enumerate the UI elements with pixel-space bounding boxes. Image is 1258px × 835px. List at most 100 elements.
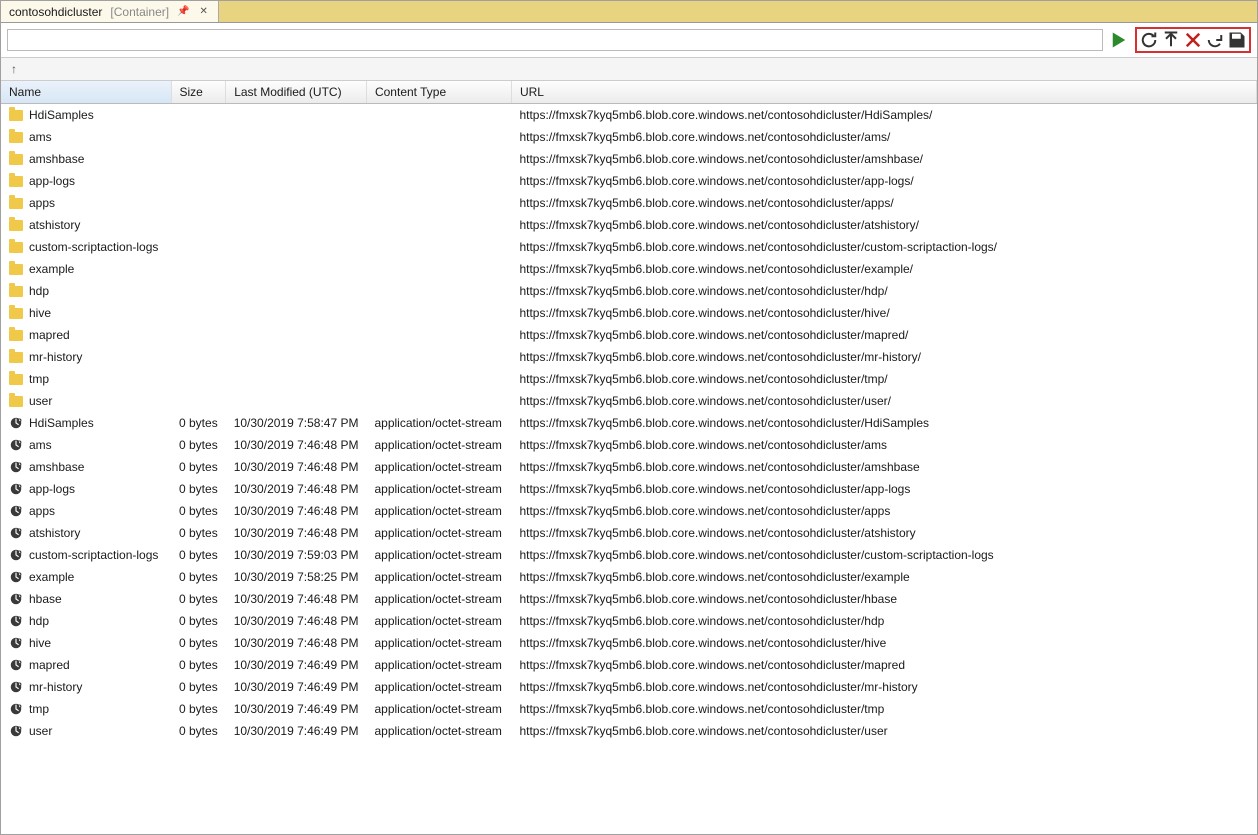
- row-type: application/octet-stream: [366, 654, 511, 676]
- table-row[interactable]: example0 bytes10/30/2019 7:58:25 PMappli…: [1, 566, 1257, 588]
- row-url: https://fmxsk7kyq5mb6.blob.core.windows.…: [511, 126, 1256, 148]
- row-modified: [226, 324, 367, 346]
- row-type: [366, 192, 511, 214]
- row-url: https://fmxsk7kyq5mb6.blob.core.windows.…: [511, 456, 1256, 478]
- table-row[interactable]: apps0 bytes10/30/2019 7:46:48 PMapplicat…: [1, 500, 1257, 522]
- row-url: https://fmxsk7kyq5mb6.blob.core.windows.…: [511, 148, 1256, 170]
- table-row[interactable]: appshttps://fmxsk7kyq5mb6.blob.core.wind…: [1, 192, 1257, 214]
- row-type: [366, 390, 511, 412]
- row-name: hbase: [29, 592, 62, 606]
- row-name: example: [29, 262, 74, 276]
- table-row[interactable]: atshistoryhttps://fmxsk7kyq5mb6.blob.cor…: [1, 214, 1257, 236]
- upload-icon[interactable]: [1161, 30, 1181, 50]
- row-size: [171, 104, 226, 127]
- table-row[interactable]: mapred0 bytes10/30/2019 7:46:49 PMapplic…: [1, 654, 1257, 676]
- row-size: [171, 280, 226, 302]
- row-size: 0 bytes: [171, 654, 226, 676]
- row-url: https://fmxsk7kyq5mb6.blob.core.windows.…: [511, 434, 1256, 456]
- col-size[interactable]: Size: [171, 81, 226, 104]
- row-name: atshistory: [29, 218, 80, 232]
- table-row[interactable]: ams0 bytes10/30/2019 7:46:48 PMapplicati…: [1, 434, 1257, 456]
- row-size: [171, 390, 226, 412]
- row-size: 0 bytes: [171, 544, 226, 566]
- table-row[interactable]: custom-scriptaction-logs0 bytes10/30/201…: [1, 544, 1257, 566]
- table-row[interactable]: HdiSamples https://fmxsk7kyq5mb6.blob.cor…: [1, 104, 1257, 127]
- refresh-icon[interactable]: [1139, 30, 1159, 50]
- table-row[interactable]: hivehttps://fmxsk7kyq5mb6.blob.core.wind…: [1, 302, 1257, 324]
- folder-icon: [9, 176, 23, 187]
- table-row[interactable]: hive0 bytes10/30/2019 7:46:48 PMapplicat…: [1, 632, 1257, 654]
- table-row[interactable]: HdiSamples0 bytes10/30/2019 7:58:47 PMap…: [1, 412, 1257, 434]
- blob-icon: [9, 592, 23, 606]
- row-type: [366, 236, 511, 258]
- row-modified: [226, 148, 367, 170]
- row-size: 0 bytes: [171, 632, 226, 654]
- table-row[interactable]: amshbasehttps://fmxsk7kyq5mb6.blob.core.…: [1, 148, 1257, 170]
- row-url: https://fmxsk7kyq5mb6.blob.core.windows.…: [511, 346, 1256, 368]
- table-row[interactable]: hdp0 bytes10/30/2019 7:46:48 PMapplicati…: [1, 610, 1257, 632]
- col-url[interactable]: URL: [511, 81, 1256, 104]
- row-size: [171, 258, 226, 280]
- table-row[interactable]: custom-scriptaction-logshttps://fmxsk7ky…: [1, 236, 1257, 258]
- table-row[interactable]: hbase0 bytes10/30/2019 7:46:48 PMapplica…: [1, 588, 1257, 610]
- folder-icon: [9, 330, 23, 341]
- row-modified: 10/30/2019 7:46:48 PM: [226, 434, 367, 456]
- row-modified: [226, 390, 367, 412]
- table-row[interactable]: mr-historyhttps://fmxsk7kyq5mb6.blob.cor…: [1, 346, 1257, 368]
- folder-icon: [9, 396, 23, 407]
- save-icon[interactable]: [1227, 30, 1247, 50]
- table-row[interactable]: tmphttps://fmxsk7kyq5mb6.blob.core.windo…: [1, 368, 1257, 390]
- row-type: [366, 148, 511, 170]
- breadcrumb-up[interactable]: ↑: [1, 58, 1257, 81]
- folder-icon: [9, 286, 23, 297]
- folder-icon: [9, 242, 23, 253]
- row-modified: 10/30/2019 7:46:48 PM: [226, 632, 367, 654]
- row-size: 0 bytes: [171, 610, 226, 632]
- row-url: https://fmxsk7kyq5mb6.blob.core.windows.…: [511, 104, 1256, 127]
- col-modified[interactable]: Last Modified (UTC): [226, 81, 367, 104]
- toolbar-highlight: [1135, 27, 1251, 53]
- row-url: https://fmxsk7kyq5mb6.blob.core.windows.…: [511, 522, 1256, 544]
- blob-icon: [9, 416, 23, 430]
- row-size: 0 bytes: [171, 588, 226, 610]
- row-type: application/octet-stream: [366, 566, 511, 588]
- blob-icon: [9, 570, 23, 584]
- row-name: HdiSamples: [29, 108, 94, 122]
- col-name[interactable]: Name: [1, 81, 171, 104]
- blob-grid: Name Size Last Modified (UTC) Content Ty…: [1, 81, 1257, 834]
- row-type: [366, 302, 511, 324]
- table-row[interactable]: userhttps://fmxsk7kyq5mb6.blob.core.wind…: [1, 390, 1257, 412]
- row-size: [171, 346, 226, 368]
- table-row[interactable]: tmp0 bytes10/30/2019 7:46:49 PMapplicati…: [1, 698, 1257, 720]
- tab-active[interactable]: contosohdicluster [Container] 📌 ✕: [1, 1, 219, 22]
- redo-icon[interactable]: [1205, 30, 1225, 50]
- blob-icon: [9, 636, 23, 650]
- table-row[interactable]: app-logshttps://fmxsk7kyq5mb6.blob.core.…: [1, 170, 1257, 192]
- row-url: https://fmxsk7kyq5mb6.blob.core.windows.…: [511, 368, 1256, 390]
- table-row[interactable]: mr-history0 bytes10/30/2019 7:46:49 PMap…: [1, 676, 1257, 698]
- run-icon[interactable]: [1109, 30, 1129, 50]
- table-row[interactable]: app-logs0 bytes10/30/2019 7:46:48 PMappl…: [1, 478, 1257, 500]
- row-size: [171, 302, 226, 324]
- table-row[interactable]: amshttps://fmxsk7kyq5mb6.blob.core.windo…: [1, 126, 1257, 148]
- row-name: example: [29, 570, 74, 584]
- table-row[interactable]: atshistory0 bytes10/30/2019 7:46:48 PMap…: [1, 522, 1257, 544]
- col-type[interactable]: Content Type: [366, 81, 511, 104]
- row-type: [366, 280, 511, 302]
- row-size: 0 bytes: [171, 522, 226, 544]
- folder-icon: [9, 110, 23, 121]
- delete-icon[interactable]: [1183, 30, 1203, 50]
- table-row[interactable]: mapredhttps://fmxsk7kyq5mb6.blob.core.wi…: [1, 324, 1257, 346]
- row-type: application/octet-stream: [366, 434, 511, 456]
- table-row[interactable]: amshbase0 bytes10/30/2019 7:46:48 PMappl…: [1, 456, 1257, 478]
- row-modified: 10/30/2019 7:46:49 PM: [226, 654, 367, 676]
- pin-icon[interactable]: 📌: [175, 6, 191, 17]
- row-type: application/octet-stream: [366, 544, 511, 566]
- row-name: custom-scriptaction-logs: [29, 240, 158, 254]
- close-icon[interactable]: ✕: [198, 6, 210, 17]
- table-row[interactable]: hdphttps://fmxsk7kyq5mb6.blob.core.windo…: [1, 280, 1257, 302]
- row-size: [171, 214, 226, 236]
- search-input[interactable]: [7, 29, 1103, 51]
- table-row[interactable]: examplehttps://fmxsk7kyq5mb6.blob.core.w…: [1, 258, 1257, 280]
- table-row[interactable]: user0 bytes10/30/2019 7:46:49 PMapplicat…: [1, 720, 1257, 742]
